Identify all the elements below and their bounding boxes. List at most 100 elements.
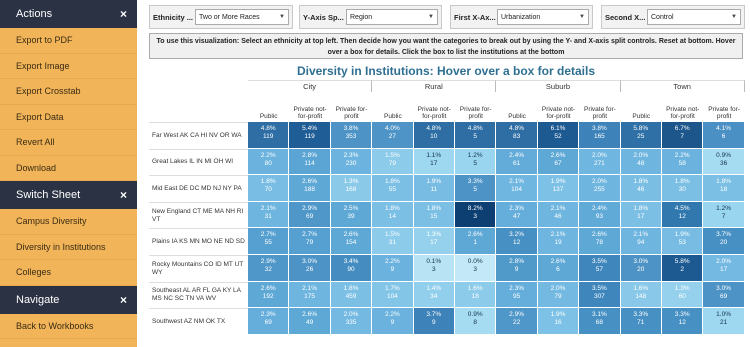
heatmap-cell[interactable]: 2.9% 32: [248, 255, 290, 282]
heatmap-cell[interactable]: 2.6% 192: [248, 281, 290, 309]
heatmap-cell[interactable]: 2.4% 93: [579, 201, 621, 229]
heatmap-cell[interactable]: 1.8% 30: [662, 175, 704, 202]
xaxis2-select[interactable]: Control ▼: [647, 9, 741, 25]
xaxis2-control[interactable]: Second X... Control ▼: [601, 5, 745, 29]
sidebar-item[interactable]: Export Data: [0, 105, 137, 130]
heatmap-cell[interactable]: 4.8% 119: [248, 122, 290, 149]
heatmap-cell[interactable]: 3.3% 71: [620, 308, 662, 335]
sidebar-item[interactable]: Export Image: [0, 54, 137, 79]
heatmap-cell[interactable]: 3.0% 69: [703, 281, 745, 309]
heatmap-cell[interactable]: 3.0% 26: [289, 255, 331, 282]
sidebar-item[interactable]: Export Crosstab: [0, 79, 137, 105]
heatmap-cell[interactable]: 2.8% 114: [289, 148, 331, 176]
sidebar-item[interactable]: Download: [0, 156, 137, 181]
heatmap-cell[interactable]: 4.0% 27: [372, 122, 414, 149]
heatmap-cell[interactable]: 2.2% 9: [372, 255, 414, 282]
heatmap-cell[interactable]: 1.8% 459: [330, 281, 373, 309]
heatmap-cell[interactable]: 1.3% 17: [413, 228, 455, 255]
heatmap-cell[interactable]: 2.6% 188: [289, 175, 331, 202]
heatmap-cell[interactable]: 1.8% 70: [248, 175, 290, 202]
heatmap-cell[interactable]: 1.3% 60: [662, 281, 704, 309]
heatmap-cell[interactable]: 6.7% 7: [662, 122, 704, 149]
heatmap-cell[interactable]: 2.0% 271: [579, 148, 621, 176]
heatmap-cell[interactable]: 1.8% 46: [620, 175, 662, 202]
sidebar-item[interactable]: Colleges: [0, 260, 137, 286]
heatmap-cell[interactable]: 2.3% 47: [496, 201, 538, 229]
heatmap-cell[interactable]: 4.5% 12: [662, 201, 704, 229]
heatmap-cell[interactable]: 8.2% 3: [455, 201, 497, 229]
heatmap-cell[interactable]: 2.4% 61: [496, 148, 538, 176]
heatmap-cell[interactable]: 1.9% 53: [662, 228, 704, 255]
heatmap-cell[interactable]: 2.7% 55: [248, 228, 290, 255]
heatmap-cell[interactable]: 4.8% 10: [413, 122, 455, 149]
heatmap-cell[interactable]: 2.7% 79: [289, 228, 331, 255]
heatmap-cell[interactable]: 3.8% 353: [330, 122, 373, 149]
heatmap-cell[interactable]: 0.9% 36: [703, 148, 745, 176]
heatmap-cell[interactable]: 5.8% 25: [620, 122, 662, 149]
heatmap-cell[interactable]: 1.6% 18: [455, 281, 497, 309]
heatmap-cell[interactable]: 6.1% 52: [537, 122, 580, 149]
heatmap-cell[interactable]: 2.1% 19: [537, 228, 580, 255]
heatmap-cell[interactable]: 1.8% 14: [372, 201, 414, 229]
heatmap-cell[interactable]: 4.1% 6: [703, 122, 745, 149]
heatmap-cell[interactable]: 0.0% 3: [455, 255, 497, 282]
heatmap-cell[interactable]: 3.2% 12: [496, 228, 538, 255]
heatmap-cell[interactable]: 3.1% 68: [579, 308, 621, 335]
ethnicity-control[interactable]: Ethnicity ... Two or More Races ▼: [149, 5, 293, 29]
sidebar-item[interactable]: Campus Diversity: [0, 209, 137, 235]
heatmap-cell[interactable]: 2.1% 175: [289, 281, 331, 309]
heatmap-cell[interactable]: 2.0% 48: [620, 148, 662, 176]
heatmap-cell[interactable]: 1.5% 79: [372, 148, 414, 176]
heatmap-cell[interactable]: 3.3% 5: [455, 175, 497, 202]
heatmap-cell[interactable]: 4.8% 5: [455, 122, 497, 149]
heatmap-cell[interactable]: 5.4% 119: [289, 122, 331, 149]
heatmap-cell[interactable]: 3.7% 20: [703, 228, 745, 255]
heatmap-cell[interactable]: 1.3% 168: [330, 175, 373, 202]
heatmap-cell[interactable]: 2.6% 49: [289, 308, 331, 335]
heatmap-cell[interactable]: 1.1% 17: [413, 148, 455, 176]
sidebar-item[interactable]: Revert All: [0, 130, 137, 156]
xaxis1-select[interactable]: Urbanization ▼: [497, 9, 589, 25]
heatmap-cell[interactable]: 1.8% 15: [413, 201, 455, 229]
heatmap-cell[interactable]: 2.0% 335: [330, 308, 373, 335]
ethnicity-select[interactable]: Two or More Races ▼: [195, 9, 289, 25]
sidebar-item[interactable]: Back to Workbooks: [0, 314, 137, 339]
heatmap-cell[interactable]: 2.1% 46: [537, 201, 580, 229]
heatmap-cell[interactable]: 1.8% 18: [703, 175, 745, 202]
heatmap-cell[interactable]: 1.0% 21: [703, 308, 745, 335]
heatmap-cell[interactable]: 2.6% 6: [537, 255, 580, 282]
heatmap-cell[interactable]: 2.1% 104: [496, 175, 538, 202]
heatmap-cell[interactable]: 2.6% 78: [579, 228, 621, 255]
heatmap-cell[interactable]: 2.2% 80: [248, 148, 290, 176]
yaxis-select[interactable]: Region ▼: [346, 9, 438, 25]
heatmap-cell[interactable]: 1.9% 11: [413, 175, 455, 202]
heatmap-cell[interactable]: 2.5% 39: [330, 201, 373, 229]
heatmap-cell[interactable]: 3.5% 57: [579, 255, 621, 282]
heatmap-cell[interactable]: 2.2% 58: [662, 148, 704, 176]
sidebar-item[interactable]: Export to PDF: [0, 28, 137, 54]
heatmap-cell[interactable]: 2.0% 79: [537, 281, 580, 309]
heatmap-cell[interactable]: 5.8% 2: [662, 255, 704, 282]
heatmap-cell[interactable]: 2.9% 69: [289, 201, 331, 229]
heatmap-cell[interactable]: 2.3% 69: [248, 308, 290, 335]
heatmap-cell[interactable]: 1.2% 5: [455, 148, 497, 176]
heatmap-cell[interactable]: 2.0% 255: [579, 175, 621, 202]
heatmap-cell[interactable]: 1.6% 148: [620, 281, 662, 309]
heatmap-cell[interactable]: 2.3% 95: [496, 281, 538, 309]
yaxis-control[interactable]: Y-Axis Sp... Region ▼: [299, 5, 442, 29]
heatmap-cell[interactable]: 4.8% 83: [496, 122, 538, 149]
heatmap-cell[interactable]: 3.5% 307: [579, 281, 621, 309]
close-icon[interactable]: ×: [120, 188, 127, 202]
heatmap-cell[interactable]: 2.3% 230: [330, 148, 373, 176]
heatmap-cell[interactable]: 2.2% 9: [372, 308, 414, 335]
heatmap-cell[interactable]: 2.9% 22: [496, 308, 538, 335]
heatmap-cell[interactable]: 1.4% 34: [413, 281, 455, 309]
heatmap-cell[interactable]: 1.5% 31: [372, 228, 414, 255]
heatmap-cell[interactable]: 3.8% 165: [579, 122, 621, 149]
heatmap-cell[interactable]: 1.2% 7: [703, 201, 745, 229]
xaxis1-control[interactable]: First X-Ax... Urbanization ▼: [450, 5, 593, 29]
heatmap-cell[interactable]: 2.6% 1: [455, 228, 497, 255]
close-icon[interactable]: ×: [120, 7, 127, 21]
heatmap-cell[interactable]: 2.8% 9: [496, 255, 538, 282]
heatmap-cell[interactable]: 3.3% 12: [662, 308, 704, 335]
